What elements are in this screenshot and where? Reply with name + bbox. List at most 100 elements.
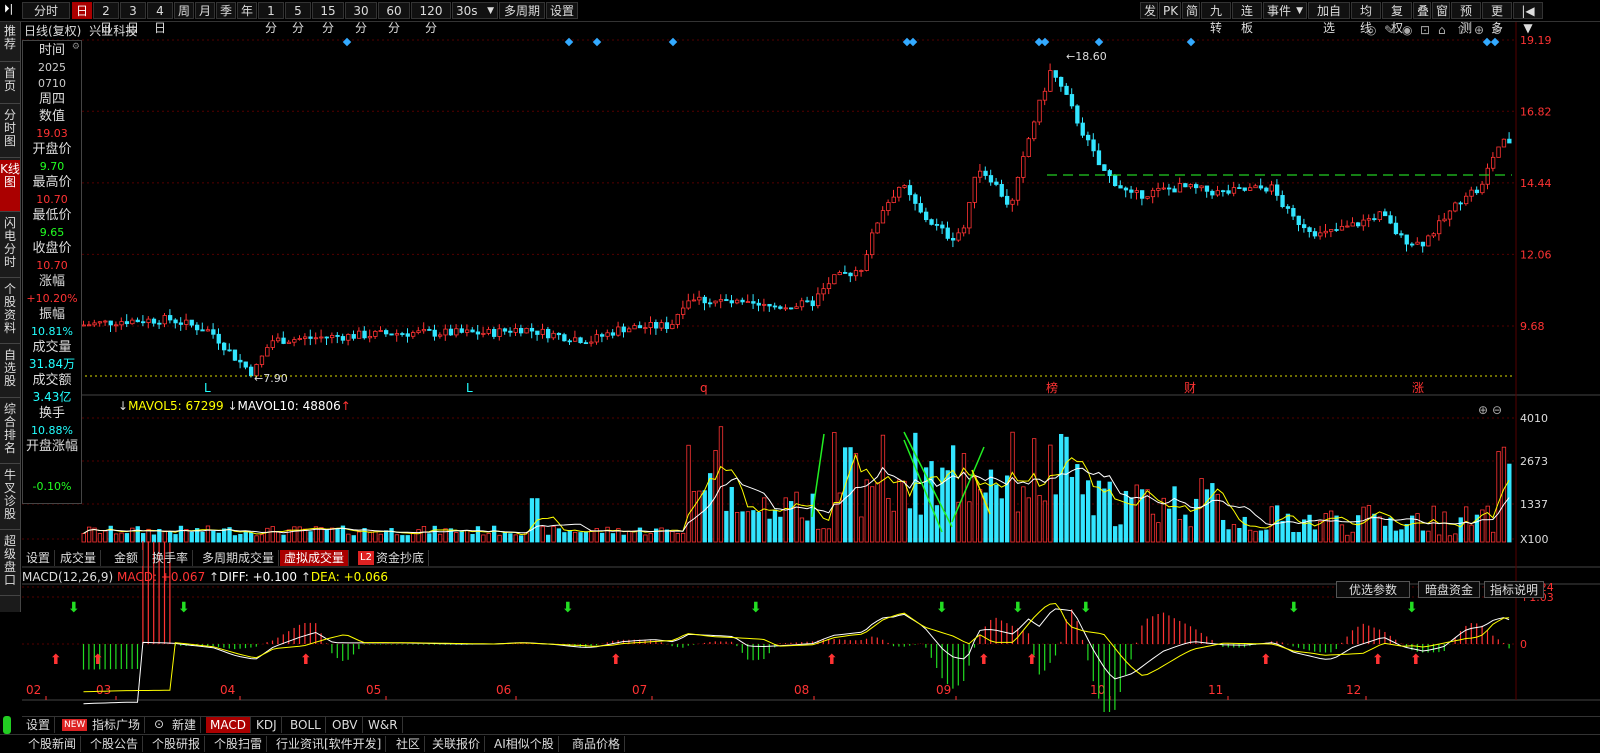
- nav-recommend[interactable]: 推荐: [0, 22, 20, 62]
- vol-tab-settings[interactable]: 设置: [22, 550, 56, 566]
- candle-body: [1496, 146, 1501, 158]
- nav-diagnosis[interactable]: 牛叉诊股: [0, 466, 20, 530]
- volume-bar: [1485, 505, 1490, 543]
- optimal-params-button[interactable]: 优选参数: [1336, 581, 1410, 598]
- volume-bar: [119, 532, 124, 543]
- ind-tab-boll[interactable]: BOLL: [286, 717, 326, 733]
- forecast-button[interactable]: 预测: [1451, 2, 1481, 35]
- add-watchlist-button[interactable]: 加自选: [1308, 2, 1350, 35]
- kline-chart[interactable]: 19.19 16.82 14.44 12.06 9.68 4010 2673 1337 X100…: [22, 22, 1600, 712]
- volume-bar: [1356, 515, 1361, 543]
- bottom-ai-similar[interactable]: AI相似个股: [490, 736, 559, 752]
- period-120min[interactable]: 120分: [411, 2, 451, 35]
- volume-bar: [945, 470, 950, 543]
- candle-body: [789, 307, 794, 310]
- period-60min[interactable]: 60分: [378, 2, 410, 35]
- bottom-stock-news[interactable]: 个股新闻: [24, 736, 82, 752]
- volume-bar: [356, 531, 362, 543]
- indicator-help-button[interactable]: 指标说明: [1484, 581, 1544, 598]
- left-scroll-handle[interactable]: [3, 716, 11, 734]
- mavol10-up-arrow-icon: ↑: [340, 399, 351, 413]
- volume-bar: [1145, 489, 1150, 543]
- fa-button[interactable]: 发: [1140, 2, 1158, 19]
- settings-button[interactable]: 设置: [546, 2, 578, 19]
- period-month[interactable]: 月: [195, 2, 215, 19]
- bottom-research[interactable]: 个股研报: [148, 736, 206, 752]
- bottom-industry-news[interactable]: 行业资讯[软件开发]: [272, 736, 387, 752]
- period-15min[interactable]: 15分: [312, 2, 344, 35]
- prev-arrow-icon[interactable]: ⏵|: [4, 2, 13, 16]
- more-button[interactable]: 更多: [1482, 2, 1512, 35]
- nav-stock-info[interactable]: 个股资料: [0, 280, 20, 344]
- period-1min[interactable]: 1分: [258, 2, 284, 35]
- window-button[interactable]: 窗: [1432, 2, 1450, 19]
- price-tick-label: 19.19: [1520, 34, 1552, 47]
- candle-body: [313, 337, 319, 340]
- nav-home[interactable]: 首页: [0, 64, 20, 104]
- vol-tab-amount[interactable]: 金额: [110, 550, 144, 566]
- pk-button[interactable]: PK: [1159, 2, 1181, 19]
- bottom-risk-scan[interactable]: 个股扫雷: [210, 736, 268, 752]
- vol-tab-turnover[interactable]: 换手率: [148, 550, 194, 566]
- period-5min[interactable]: 5分: [285, 2, 311, 35]
- candle-body: [211, 329, 216, 335]
- volume-bar: [141, 533, 146, 543]
- lianban-button[interactable]: 连板: [1232, 2, 1262, 35]
- candle-body: [621, 326, 626, 333]
- bottom-community[interactable]: 社区: [392, 736, 426, 752]
- nav-ranking[interactable]: 综合排名: [0, 400, 20, 464]
- jian-button[interactable]: 简: [1182, 2, 1200, 19]
- vol-tab-virtual[interactable]: 虚拟成交量: [280, 550, 350, 566]
- period-quarter[interactable]: 季: [216, 2, 236, 19]
- candle-body: [1053, 70, 1058, 78]
- multi-period-button[interactable]: 多周期: [499, 2, 545, 19]
- ma-button[interactable]: 均线: [1351, 2, 1381, 35]
- volume-bar: [1458, 517, 1463, 543]
- period-3day[interactable]: 3日: [120, 2, 146, 35]
- event-button[interactable]: 事件 ▼: [1263, 2, 1307, 19]
- ind-tab-obv[interactable]: OBV: [328, 717, 363, 733]
- ind-tab-wr[interactable]: W&R: [364, 717, 403, 733]
- collapse-arrow-icon[interactable]: |◀ ▼: [1513, 2, 1543, 35]
- candle-body: [1221, 190, 1226, 193]
- vol-tab-multiperiod[interactable]: 多周期成交量: [198, 550, 280, 566]
- ind-tab-new[interactable]: 新建: [168, 717, 202, 733]
- period-week[interactable]: 周: [174, 2, 194, 19]
- bottom-commodity[interactable]: 商品价格: [568, 736, 626, 752]
- period-fenshi[interactable]: 分时: [22, 2, 70, 19]
- volume-bar: [486, 532, 491, 543]
- period-year[interactable]: 年: [237, 2, 257, 19]
- period-30min[interactable]: 30分: [345, 2, 377, 35]
- bottom-related-quotes[interactable]: 关联报价: [428, 736, 486, 752]
- period-4day[interactable]: 4日: [147, 2, 173, 35]
- nav-super-level2[interactable]: 超级盘口: [0, 532, 20, 596]
- volume-bar: [708, 473, 713, 543]
- nav-watchlist[interactable]: 自选股: [0, 346, 20, 398]
- period-2day[interactable]: 2日: [93, 2, 119, 35]
- sell-signal-arrow-icon: ⬆: [50, 652, 62, 668]
- volume-value: 31.84万: [28, 357, 76, 371]
- volume-bar: [686, 444, 691, 543]
- jiuzhuan-button[interactable]: 九转: [1201, 2, 1231, 35]
- nav-flash-fenshi[interactable]: 闪电分时: [0, 214, 20, 278]
- adjust-button[interactable]: 复权: [1382, 2, 1412, 35]
- nav-fenshi[interactable]: 分时图: [0, 106, 20, 158]
- ind-tab-macd[interactable]: MACD: [206, 717, 251, 733]
- period-day[interactable]: 日: [72, 2, 92, 19]
- period-30s-select[interactable]: 30s ▼: [452, 2, 498, 19]
- ind-tab-square[interactable]: 指标广场: [88, 717, 146, 733]
- candle-body: [583, 342, 589, 345]
- candle-body: [1064, 85, 1069, 95]
- nav-kline[interactable]: K线图: [0, 160, 20, 212]
- dark-fund-button[interactable]: 暗盘资金: [1418, 581, 1480, 598]
- vol-tab-fund-bottom[interactable]: 资金抄底: [372, 550, 430, 566]
- volume-tick-label: 1337: [1520, 498, 1548, 511]
- value-value: 19.03: [36, 127, 68, 140]
- ind-tab-settings[interactable]: 设置: [22, 717, 56, 733]
- ind-tab-kdj[interactable]: KDJ: [252, 717, 282, 733]
- vol-tab-volume[interactable]: 成交量: [56, 550, 102, 566]
- volume-bar: [1102, 488, 1107, 543]
- candle-body: [1150, 189, 1156, 198]
- bottom-announcement[interactable]: 个股公告: [86, 736, 144, 752]
- overlay-button[interactable]: 叠: [1413, 2, 1431, 19]
